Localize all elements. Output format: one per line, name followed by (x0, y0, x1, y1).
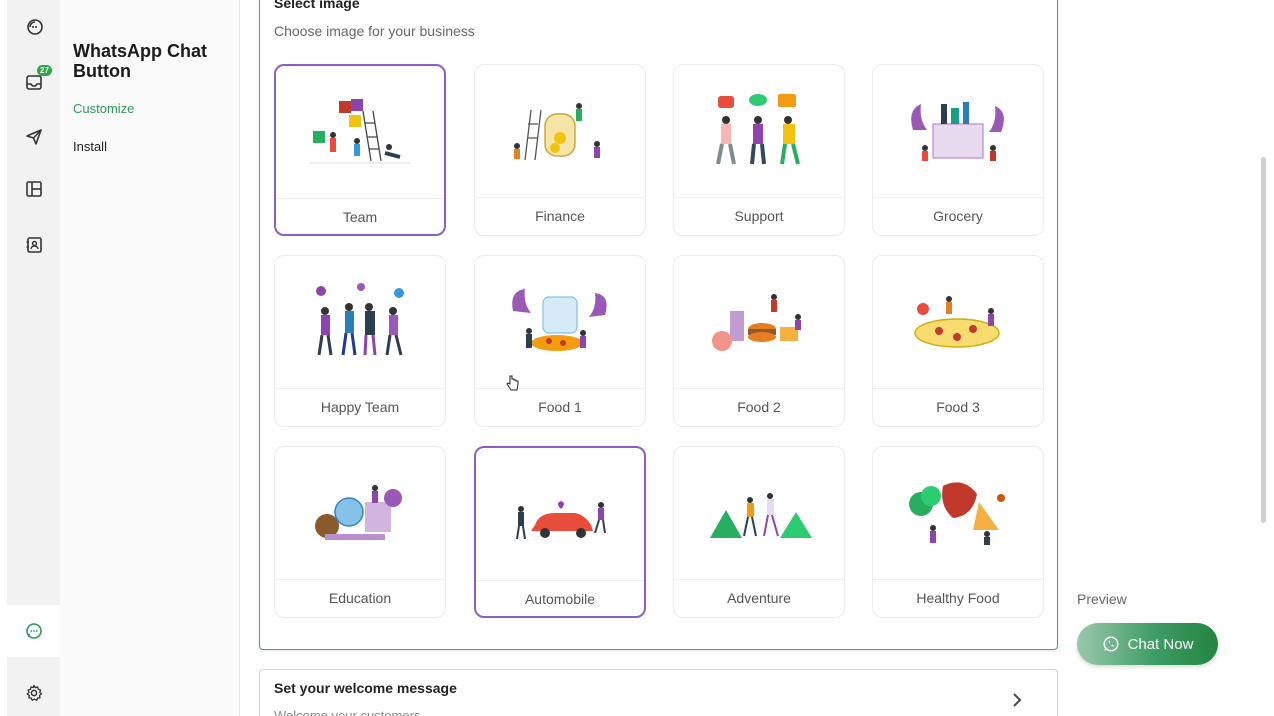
automobile-illustration (476, 448, 644, 581)
chat-bubble-icon (26, 19, 43, 35)
image-option-label: Food 2 (737, 399, 781, 415)
whatsapp-icon (1103, 636, 1119, 652)
image-option-label: Food 1 (538, 399, 582, 415)
preview-label: Preview (1077, 591, 1127, 607)
panel-subtitle: Choose image for your business (274, 23, 475, 39)
contacts-icon (26, 237, 42, 253)
image-option-happy-team[interactable]: Happy Team (274, 255, 446, 427)
nav-customize[interactable]: Customize (73, 101, 134, 116)
image-option-label: Support (734, 208, 784, 224)
image-option-label: Healthy Food (916, 590, 1000, 606)
image-option-label: Finance (535, 208, 585, 224)
finance-illustration (475, 65, 645, 198)
food-1-illustration (475, 256, 645, 389)
gear-icon (26, 684, 42, 701)
image-option-adventure[interactable]: Adventure (673, 446, 845, 618)
education-illustration (275, 447, 445, 580)
healthy-food-illustration (873, 447, 1043, 580)
welcome-message-section[interactable]: Set your welcome message Welcome your cu… (259, 669, 1058, 716)
food-2-illustration (674, 256, 844, 389)
chevron-right-icon[interactable] (1011, 692, 1023, 708)
image-option-team[interactable]: Team (274, 64, 446, 236)
rail-inbox-button[interactable]: 27 (7, 56, 60, 108)
nav-install[interactable]: Install (73, 139, 107, 154)
panel-title: Select image (274, 0, 360, 11)
grocery-illustration (873, 65, 1043, 198)
image-option-label: Adventure (727, 590, 791, 606)
rail-settings-button[interactable] (7, 667, 60, 716)
image-option-support[interactable]: Support (673, 64, 845, 236)
support-illustration (674, 65, 844, 198)
food-3-illustration (873, 256, 1043, 389)
app-sidebar: WhatsApp Chat Button Customize Install (60, 0, 240, 716)
image-option-label: Education (328, 590, 392, 606)
inbox-badge: 27 (37, 65, 52, 76)
image-option-food-1[interactable]: Food 1 (474, 255, 646, 427)
chat-now-button[interactable]: Chat Now (1077, 623, 1218, 665)
whatsapp-chat-icon (25, 623, 42, 639)
rail-send-button[interactable] (7, 111, 60, 163)
icon-rail: 27 (7, 0, 60, 716)
rail-layout-button[interactable] (7, 163, 60, 215)
image-option-food-3[interactable]: Food 3 (872, 255, 1044, 427)
hand-cursor-icon (506, 375, 519, 391)
image-option-food-2[interactable]: Food 2 (673, 255, 845, 427)
scrollbar[interactable] (1261, 157, 1266, 523)
adventure-illustration (674, 447, 844, 580)
image-option-grocery[interactable]: Grocery (872, 64, 1044, 236)
layout-icon (25, 181, 42, 197)
rail-whatsapp-chat-button[interactable] (7, 605, 60, 657)
image-option-automobile[interactable]: Automobile (474, 446, 646, 618)
image-option-label: Automobile (524, 591, 596, 607)
welcome-subtitle: Welcome your customers (274, 708, 421, 716)
image-option-label: Grocery (933, 208, 983, 224)
image-option-label: Team (342, 209, 378, 225)
rail-chat-button[interactable] (7, 1, 60, 53)
image-option-label: Happy Team (320, 399, 400, 415)
team-illustration (276, 66, 444, 199)
app-window: 27 WhatsApp Chat Button Customize Instal… (0, 0, 1274, 716)
image-option-finance[interactable]: Finance (474, 64, 646, 236)
image-option-education[interactable]: Education (274, 446, 446, 618)
happy-team-illustration (275, 256, 445, 389)
image-option-healthy-food[interactable]: Healthy Food (872, 446, 1044, 618)
rail-contacts-button[interactable] (7, 219, 60, 271)
image-option-label: Food 3 (936, 399, 980, 415)
select-image-panel: Select image Choose image for your busin… (259, 0, 1058, 650)
welcome-title: Set your welcome message (274, 680, 457, 696)
app-title: WhatsApp Chat Button (73, 41, 207, 81)
chat-now-label: Chat Now (1127, 635, 1194, 653)
send-icon (25, 129, 42, 145)
